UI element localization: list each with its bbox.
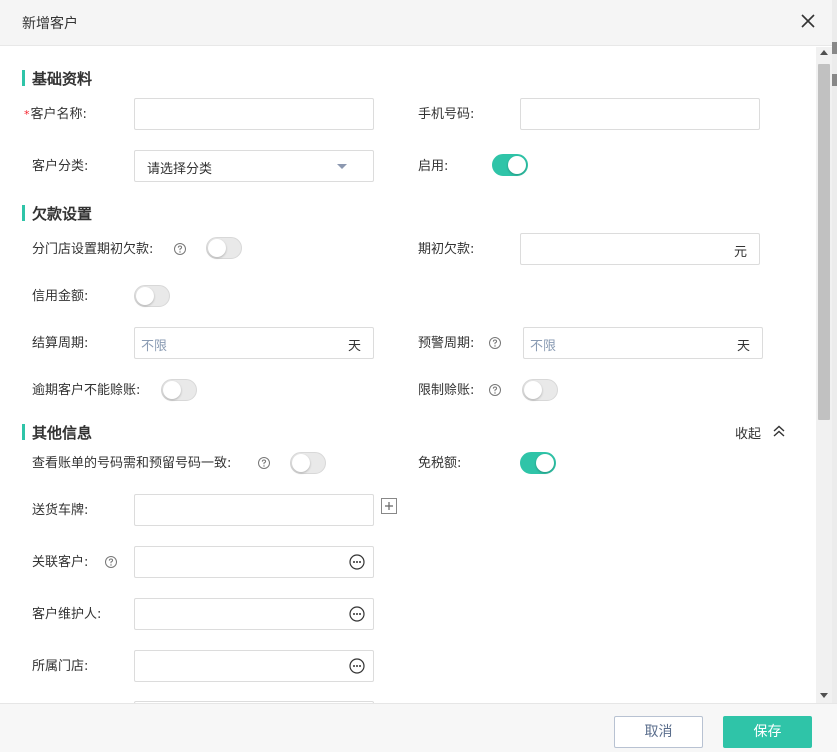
section-basic-title: 基础资料	[32, 70, 93, 88]
warn-period-unit: 天	[736, 339, 750, 354]
settle-period-value: 不限	[141, 339, 168, 354]
credit-toggle[interactable]	[134, 285, 170, 307]
toggle-knob	[524, 381, 542, 399]
help-icon[interactable]	[257, 456, 271, 470]
enable-label: 启用:	[418, 159, 449, 174]
customer-name-label-text: 客户名称:	[30, 107, 87, 122]
branch-opening-toggle[interactable]	[206, 237, 242, 259]
branch-opening-label: 分门店设置期初欠款:	[32, 242, 154, 257]
opening-debt-input[interactable]: 元	[520, 233, 760, 265]
scroll-up-icon[interactable]	[820, 50, 828, 55]
warn-period-value: 不限	[530, 339, 557, 354]
page-edge-mark	[832, 74, 837, 86]
settle-period-label: 结算周期:	[32, 336, 89, 351]
collapse-toggle[interactable]: 收起	[735, 423, 785, 442]
help-icon[interactable]	[173, 242, 187, 256]
chevron-down-icon	[337, 164, 347, 169]
toggle-knob	[292, 454, 310, 472]
limit-credit-toggle[interactable]	[522, 379, 558, 401]
dialog-header: 新增客户	[0, 0, 837, 46]
customer-name-input[interactable]	[134, 98, 374, 130]
maintainer-input[interactable]	[134, 598, 374, 630]
save-button[interactable]: 保存	[723, 716, 812, 748]
collapse-label: 收起	[735, 427, 762, 442]
warn-period-label: 预警周期:	[418, 336, 475, 351]
section-bar	[22, 70, 25, 86]
related-customer-label: 关联客户:	[32, 555, 89, 570]
close-icon[interactable]	[799, 12, 817, 30]
page-edge-mark	[832, 42, 837, 54]
scroll-down-icon[interactable]	[820, 693, 828, 698]
overdue-label: 逾期客户不能赊账:	[32, 383, 141, 398]
toggle-knob	[536, 454, 554, 472]
more-icon[interactable]	[349, 606, 365, 622]
more-icon[interactable]	[349, 554, 365, 570]
section-debt-title: 欠款设置	[32, 205, 93, 223]
toggle-knob	[136, 287, 154, 305]
overdue-toggle[interactable]	[161, 379, 197, 401]
help-icon[interactable]	[488, 336, 502, 350]
check-bill-toggle[interactable]	[290, 452, 326, 474]
settle-period-input[interactable]: 不限 天	[134, 327, 374, 359]
category-select[interactable]: 请选择分类	[134, 150, 374, 182]
related-customer-input[interactable]	[134, 546, 374, 578]
maintainer-label: 客户维护人:	[32, 607, 102, 622]
page-edge	[832, 0, 837, 752]
tax-free-label: 免税额:	[418, 456, 462, 471]
store-label: 所属门店:	[32, 659, 89, 674]
limit-credit-label: 限制赊账:	[418, 383, 475, 398]
new-customer-dialog: 新增客户 基础资料 *客户名称: 手机号码: 客户分类: 请选择分类 启用: 欠…	[0, 0, 837, 752]
enable-toggle[interactable]	[492, 154, 528, 176]
settle-period-unit: 天	[347, 339, 361, 354]
dialog-footer: 取消 保存	[0, 703, 837, 752]
required-mark: *	[24, 108, 30, 121]
tax-free-toggle[interactable]	[520, 452, 556, 474]
scrollbar-thumb[interactable]	[818, 64, 830, 420]
opening-debt-label: 期初欠款:	[418, 242, 475, 257]
category-selected-value: 请选择分类	[147, 162, 213, 177]
section-bar	[22, 424, 25, 440]
section-bar	[22, 205, 25, 221]
dialog-title: 新增客户	[22, 16, 78, 32]
dialog-body: 基础资料 *客户名称: 手机号码: 客户分类: 请选择分类 启用: 欠款设置 分…	[0, 47, 816, 703]
toggle-knob	[163, 381, 181, 399]
vertical-scrollbar[interactable]	[816, 47, 832, 703]
store-input[interactable]	[134, 650, 374, 682]
phone-label: 手机号码:	[418, 107, 475, 122]
category-label: 客户分类:	[32, 159, 89, 174]
more-icon[interactable]	[349, 658, 365, 674]
toggle-knob	[508, 156, 526, 174]
credit-label: 信用金额:	[32, 289, 89, 304]
plate-label: 送货车牌:	[32, 503, 89, 518]
customer-name-label: *客户名称:	[24, 106, 87, 124]
phone-input[interactable]	[520, 98, 760, 130]
check-bill-label: 查看账单的号码需和预留号码一致:	[32, 456, 232, 471]
toggle-knob	[208, 239, 226, 257]
section-other-title: 其他信息	[32, 424, 93, 442]
plate-input[interactable]	[134, 494, 374, 526]
help-icon[interactable]	[488, 383, 502, 397]
add-plate-icon[interactable]	[381, 498, 397, 514]
opening-debt-unit: 元	[733, 245, 747, 260]
cancel-button[interactable]: 取消	[614, 716, 703, 748]
warn-period-input[interactable]: 不限 天	[523, 327, 763, 359]
help-icon[interactable]	[104, 555, 118, 569]
chevron-double-up-icon	[773, 425, 785, 437]
